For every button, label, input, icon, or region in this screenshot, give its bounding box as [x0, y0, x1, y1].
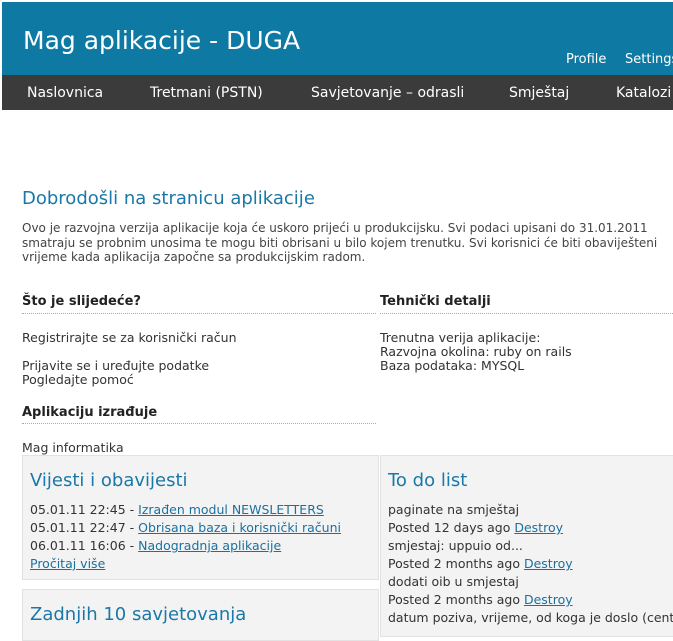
app-header: Mag aplikacije - DUGA Profile Settings [2, 2, 673, 75]
consultations-title: Zadnjih 10 savjetovanja [30, 604, 247, 625]
todo-text: datum poziva, vrijeme, od koga je doslo … [388, 610, 673, 625]
read-more-row: Pročitaj više [30, 556, 105, 571]
todo-posted: Posted 2 months ago [388, 592, 520, 607]
news-date: 05.01.11 22:47 - [30, 520, 135, 535]
tech-version: Trenutna verija aplikacije: [380, 330, 541, 345]
divider [22, 313, 376, 314]
todo-text: dodati oib u smjestaj [388, 574, 519, 589]
todo-meta: Posted 2 months ago Destroy [388, 556, 573, 571]
todo-text: paginate na smještaj [388, 502, 520, 517]
intro-line-2: smatraju se probnim unosima te mogu biti… [22, 236, 658, 250]
news-date: 05.01.11 22:45 - [30, 502, 135, 517]
nav-item-naslovnica[interactable]: Naslovnica [27, 85, 103, 101]
intro-line-3: vrijeme kada aplikacija započne sa produ… [22, 250, 366, 264]
next-heading: Što je slijedeće? [22, 294, 141, 309]
tech-db: Baza podataka: MYSQL [380, 358, 525, 373]
login-link[interactable]: Prijavite se i uređujte podatke [22, 358, 209, 373]
settings-link[interactable]: Settings [625, 52, 673, 67]
divider [22, 423, 376, 424]
todo-posted: Posted 2 months ago [388, 556, 520, 571]
news-item: 05.01.11 22:47 - Obrisana baza i korisni… [30, 520, 341, 535]
profile-link[interactable]: Profile [566, 52, 606, 67]
news-item: 06.01.11 16:06 - Nadogradnja aplikacije [30, 538, 281, 553]
nav-item-savjetovanje[interactable]: Savjetovanje – odrasli [311, 85, 464, 101]
news-link[interactable]: Nadogradnja aplikacije [138, 538, 281, 553]
todo-meta: Posted 12 days ago Destroy [388, 520, 563, 535]
destroy-link[interactable]: Destroy [524, 592, 573, 607]
news-link[interactable]: Obrisana baza i korisnički računi [138, 520, 341, 535]
nav-item-smjestaj[interactable]: Smještaj [509, 85, 569, 101]
todo-title: To do list [388, 470, 468, 491]
intro-line-1: Ovo je razvojna verzija aplikacije koja … [22, 221, 648, 235]
todo-panel: To do list paginate na smještaj Posted 1… [380, 455, 673, 637]
register-link[interactable]: Registrirajte se za korisnički račun [22, 330, 237, 345]
todo-text: smjestaj: uppuio od... [388, 538, 523, 553]
nav-item-katalozi[interactable]: Katalozi [616, 85, 671, 101]
todo-meta: Posted 2 months ago Destroy [388, 592, 573, 607]
main-nav: Naslovnica Tretmani (PSTN) Savjetovanje … [2, 75, 673, 110]
nav-item-tretmani[interactable]: Tretmani (PSTN) [150, 85, 263, 101]
news-item: 05.01.11 22:45 - Izrađen modul NEWSLETTE… [30, 502, 324, 517]
news-link[interactable]: Izrađen modul NEWSLETTERS [138, 502, 324, 517]
destroy-link[interactable]: Destroy [514, 520, 563, 535]
help-link[interactable]: Pogledajte pomoć [22, 372, 134, 387]
page-title: Dobrodošli na stranicu aplikacije [22, 188, 315, 209]
news-date: 06.01.11 16:06 - [30, 538, 135, 553]
news-title: Vijesti i obavijesti [30, 470, 188, 491]
divider [380, 313, 673, 314]
tech-heading: Tehnički detalji [380, 294, 491, 309]
app-title: Mag aplikacije - DUGA [23, 26, 301, 55]
todo-posted: Posted 12 days ago [388, 520, 511, 535]
read-more-link[interactable]: Pročitaj više [30, 556, 105, 571]
tech-env: Razvojna okolina: ruby on rails [380, 344, 572, 359]
author-name: Mag informatika [22, 440, 124, 455]
author-heading: Aplikaciju izrađuje [22, 405, 158, 420]
news-panel: Vijesti i obavijesti 05.01.11 22:45 - Iz… [22, 455, 379, 580]
destroy-link[interactable]: Destroy [524, 556, 573, 571]
consultations-panel: Zadnjih 10 savjetovanja [22, 589, 379, 641]
